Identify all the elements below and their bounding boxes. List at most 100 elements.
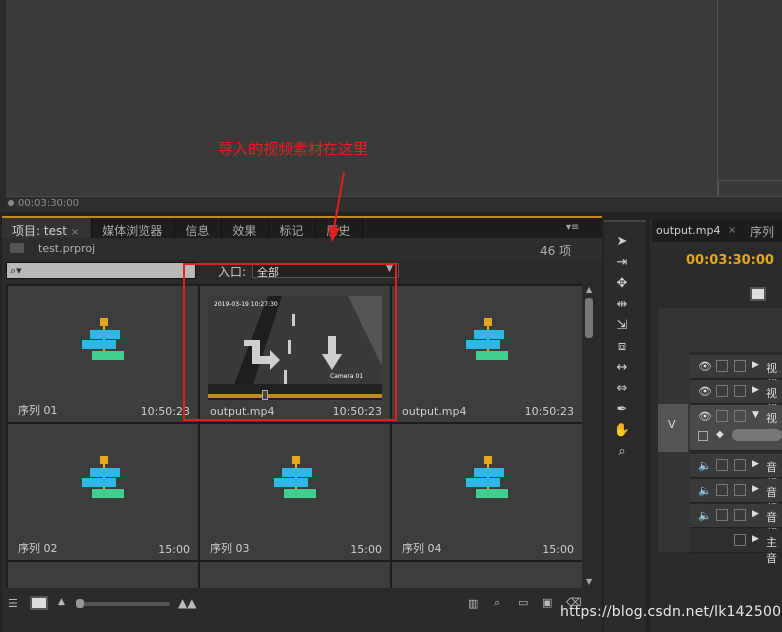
track-audio-2[interactable]: 🔈▶音频: [690, 479, 782, 515]
speaker-icon[interactable]: 🔈: [698, 484, 712, 497]
lock-toggle[interactable]: [734, 484, 746, 496]
time-ruler[interactable]: [658, 308, 782, 352]
film-icon[interactable]: [716, 360, 728, 372]
track-headers-left: [658, 352, 690, 552]
chevron-down-icon[interactable]: ▼: [386, 264, 393, 274]
track-video-3[interactable]: 👁▶视频: [690, 355, 782, 391]
audio-toggle[interactable]: [716, 509, 728, 521]
tab-effects[interactable]: 效果: [222, 218, 270, 240]
close-icon[interactable]: ×: [728, 225, 736, 236]
expand-icon[interactable]: ▶: [752, 385, 759, 395]
track-audio-3[interactable]: 🔈▶音频: [690, 504, 782, 540]
lock-toggle[interactable]: [734, 534, 746, 546]
slip-tool-icon[interactable]: ↔: [612, 360, 632, 378]
scroll-down-icon[interactable]: ▼: [586, 577, 592, 586]
zoom-in-icon[interactable]: ▲▲: [178, 596, 196, 610]
expand-icon[interactable]: ▶: [752, 360, 759, 370]
eye-icon[interactable]: 👁: [698, 360, 712, 373]
rolling-edit-tool-icon[interactable]: ⇹: [612, 297, 632, 315]
keyframe-icon[interactable]: ◆: [716, 429, 724, 440]
tab-info[interactable]: 信息: [175, 218, 223, 240]
panel-menu-icon[interactable]: ▾≡: [566, 222, 579, 233]
search-icon[interactable]: ⌕▾: [10, 264, 22, 278]
item-duration: 15:00: [158, 543, 190, 556]
film-icon[interactable]: [716, 410, 728, 422]
tab-output-sequence[interactable]: output.mp4: [656, 224, 720, 237]
razor-tool-icon[interactable]: ⧈: [612, 339, 632, 357]
project-item-sequence-01[interactable]: 序列 01 10:50:23: [8, 286, 198, 422]
audio-toggle[interactable]: [716, 484, 728, 496]
project-item-partial[interactable]: [392, 562, 582, 588]
item-duration: 15:00: [542, 543, 574, 556]
item-count: 46 项: [540, 244, 572, 258]
timeline-timecode[interactable]: 00:03:30:00: [686, 253, 774, 268]
track-video-2[interactable]: 👁▶视频: [690, 380, 782, 416]
tab-project[interactable]: 项目: test ×: [2, 218, 93, 240]
project-item-partial[interactable]: [200, 562, 390, 588]
lock-toggle[interactable]: [734, 360, 746, 372]
keyframe-display-icon[interactable]: [698, 431, 708, 441]
track-master[interactable]: ▶ 主音: [690, 529, 782, 565]
project-item-output-sequence[interactable]: output.mp4 10:50:23: [392, 286, 582, 422]
find-icon[interactable]: ⌕: [494, 596, 500, 610]
automate-icon[interactable]: ▥: [468, 597, 478, 610]
in-point-label: 入口:: [218, 265, 247, 279]
track-audio-1[interactable]: 🔈▶音频: [690, 454, 782, 490]
playhead-icon[interactable]: [8, 200, 14, 206]
monitor-timecode[interactable]: 00:03:30:00: [18, 198, 79, 209]
lock-toggle[interactable]: [734, 459, 746, 471]
scroll-up-icon[interactable]: ▲: [586, 285, 592, 294]
close-icon[interactable]: ×: [71, 227, 79, 238]
icon-view-icon[interactable]: [30, 596, 48, 610]
new-bin-icon[interactable]: ▭: [518, 596, 528, 609]
lock-toggle[interactable]: [734, 410, 746, 422]
hand-tool-icon[interactable]: ✋: [612, 423, 632, 441]
track-video-1[interactable]: 👁▼视频 ◆: [690, 405, 782, 451]
expand-icon[interactable]: ▶: [752, 459, 759, 469]
audio-toggle[interactable]: [716, 459, 728, 471]
scrub-bar[interactable]: [208, 394, 382, 398]
eye-icon[interactable]: 👁: [698, 385, 712, 398]
new-item-icon[interactable]: ▣: [542, 596, 552, 609]
expand-icon[interactable]: ▶: [752, 534, 759, 544]
ripple-edit-tool-icon[interactable]: ✥: [612, 276, 632, 294]
expand-icon[interactable]: ▶: [752, 509, 759, 519]
project-item-partial[interactable]: [8, 562, 198, 588]
item-duration: 15:00: [350, 543, 382, 556]
rate-stretch-tool-icon[interactable]: ⇲: [612, 318, 632, 336]
speaker-icon[interactable]: 🔈: [698, 459, 712, 472]
collapse-icon[interactable]: ▼: [752, 410, 759, 420]
zoom-out-icon[interactable]: ▲: [58, 597, 65, 607]
search-input[interactable]: [6, 262, 196, 279]
sequence-icon: [82, 456, 124, 498]
speaker-icon[interactable]: 🔈: [698, 509, 712, 522]
list-view-icon[interactable]: ☰: [8, 597, 18, 610]
project-item-output-video[interactable]: 2019-03-19 10:27:30 Camera 01 output.mp4…: [200, 286, 390, 422]
zoom-slider[interactable]: [78, 602, 170, 606]
scroll-thumb[interactable]: [585, 298, 593, 338]
scrub-handle[interactable]: [262, 390, 268, 400]
lock-toggle[interactable]: [734, 509, 746, 521]
project-item-sequence-04[interactable]: 序列 04 15:00: [392, 424, 582, 560]
eye-icon[interactable]: 👁: [698, 410, 712, 423]
in-point-select[interactable]: 全部: [252, 263, 399, 279]
slide-tool-icon[interactable]: ⇔: [612, 381, 632, 399]
zoom-slider-thumb[interactable]: [76, 599, 84, 608]
tab-project-label: 项目: test: [12, 224, 67, 238]
film-icon[interactable]: [716, 385, 728, 397]
zoom-tool-icon[interactable]: ⌕: [612, 444, 632, 462]
project-item-sequence-03[interactable]: 序列 03 15:00: [200, 424, 390, 560]
snap-icon[interactable]: [750, 287, 766, 301]
tab-sequence[interactable]: 序列: [750, 223, 774, 240]
lock-toggle[interactable]: [734, 385, 746, 397]
track-select-tool-icon[interactable]: ⇥: [612, 255, 632, 273]
tab-history[interactable]: 历史: [316, 218, 364, 240]
expand-icon[interactable]: ▶: [752, 484, 759, 494]
pen-tool-icon[interactable]: ✒: [612, 402, 632, 420]
source-patch-v[interactable]: V: [658, 404, 688, 452]
tab-markers[interactable]: 标记: [269, 218, 317, 240]
tab-media-browser[interactable]: 媒体浏览器: [92, 218, 176, 240]
selection-tool-icon[interactable]: ➤: [612, 234, 632, 252]
keyframe-nav[interactable]: [732, 429, 782, 441]
project-item-sequence-02[interactable]: 序列 02 15:00: [8, 424, 198, 560]
